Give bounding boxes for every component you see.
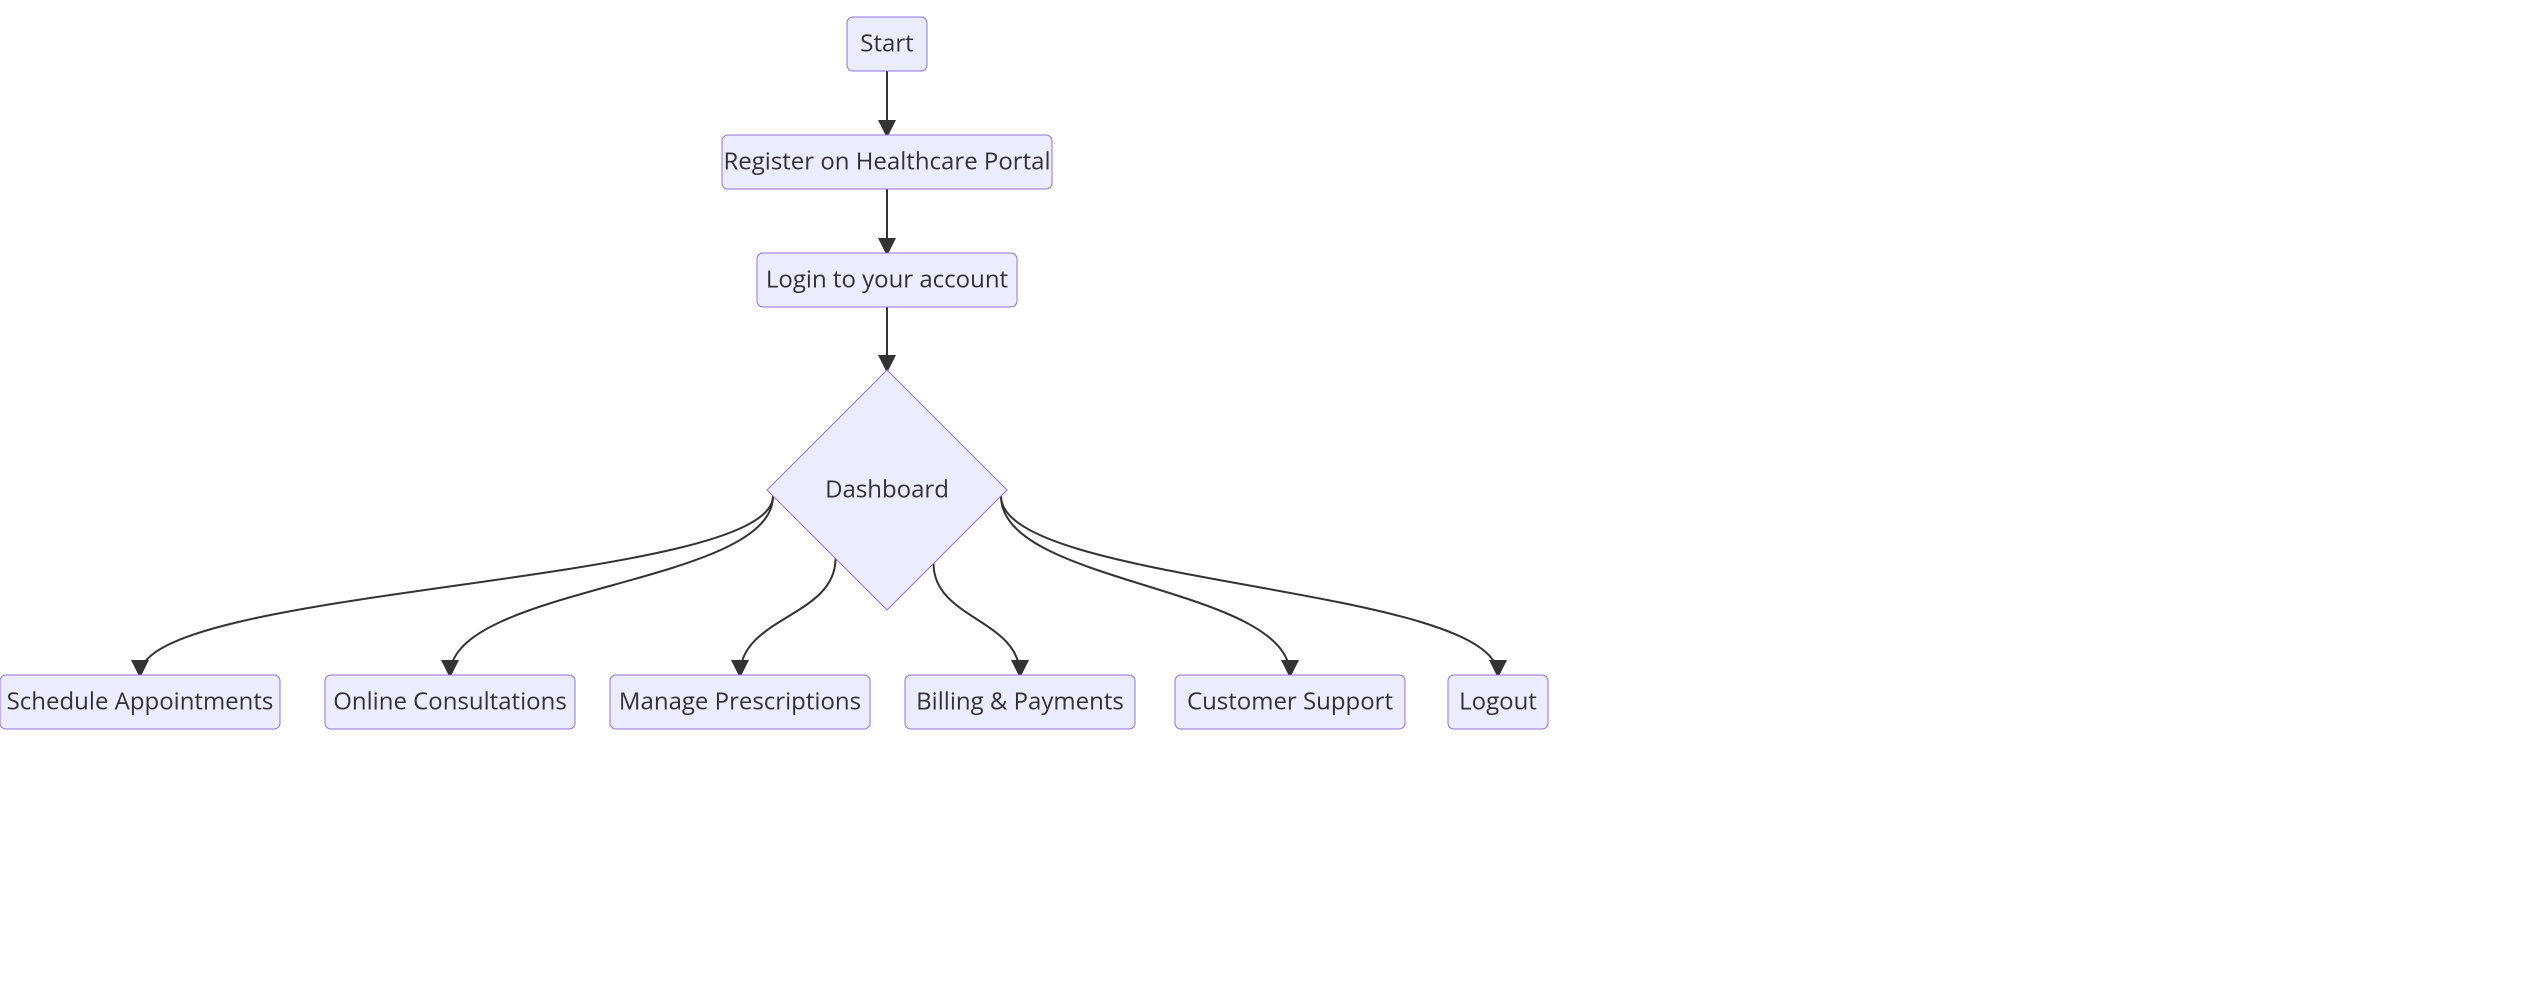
edge-dash-to-consult — [450, 496, 773, 675]
node-consult: Online Consultations — [325, 675, 575, 729]
node-label-register: Register on Healthcare Portal — [723, 144, 1050, 177]
node-label-logout: Logout — [1459, 684, 1537, 717]
edge-dash-to-rx — [740, 559, 836, 675]
node-dash: Dashboard — [767, 370, 1007, 610]
node-sched: Schedule Appointments — [0, 675, 280, 729]
node-bill: Billing & Payments — [905, 675, 1135, 729]
node-label-rx: Manage Prescriptions — [619, 684, 861, 717]
node-label-support: Customer Support — [1187, 684, 1393, 717]
edge-dash-to-logout — [1001, 496, 1498, 675]
node-rx: Manage Prescriptions — [610, 675, 870, 729]
node-login: Login to your account — [757, 253, 1017, 307]
node-label-bill: Billing & Payments — [916, 684, 1124, 717]
edge-dash-to-sched — [140, 496, 773, 675]
node-register: Register on Healthcare Portal — [722, 135, 1052, 189]
node-support: Customer Support — [1175, 675, 1405, 729]
node-logout: Logout — [1448, 675, 1548, 729]
node-label-start: Start — [860, 26, 913, 59]
node-label-login: Login to your account — [766, 262, 1008, 295]
node-label-sched: Schedule Appointments — [7, 684, 274, 717]
node-label-consult: Online Consultations — [333, 684, 567, 717]
node-label-dash: Dashboard — [825, 472, 949, 505]
edge-dash-to-bill — [934, 563, 1020, 675]
flowchart-diagram: Start Register on Healthcare Portal Login … — [0, 0, 2522, 998]
node-start: Start — [847, 17, 927, 71]
